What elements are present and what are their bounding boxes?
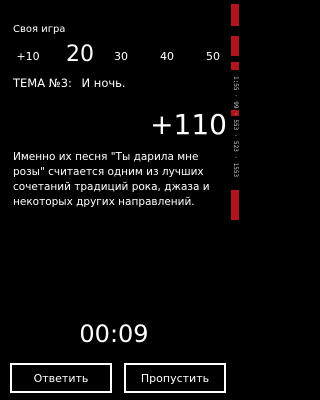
theme-label: ТЕМА №3: — [13, 76, 72, 90]
point-option[interactable]: 30 — [106, 50, 136, 63]
system-indicator — [231, 4, 239, 26]
points-row: +10 20 30 40 50 — [0, 40, 228, 74]
page-title: Своя игра — [13, 24, 66, 35]
system-indicator — [231, 62, 239, 70]
point-option[interactable]: +10 — [13, 50, 43, 63]
point-option[interactable]: 40 — [152, 50, 182, 63]
game-screen: Своя игра +10 20 30 40 50 ТЕМА №3: И ноч… — [0, 0, 240, 400]
theme-row: ТЕМА №3: И ночь. — [13, 76, 126, 90]
question-text: Именно их песня "Ты дарила мне розы" счи… — [13, 151, 210, 208]
system-status-strip: 1:55 · 99 · 553 · 523 · 1553 — [230, 0, 240, 400]
timer: 00:09 — [79, 320, 149, 348]
point-option-selected[interactable]: 20 — [63, 42, 97, 67]
system-indicator — [231, 36, 239, 56]
answer-button[interactable]: Ответить — [10, 363, 112, 393]
system-indicator — [231, 190, 239, 220]
question-value: +110 — [150, 108, 227, 141]
point-option[interactable]: 50 — [198, 50, 228, 63]
theme-name: И ночь. — [81, 76, 126, 90]
system-status-text: 1:55 · 99 · 553 · 523 · 1553 — [232, 76, 239, 178]
skip-button[interactable]: Пропустить — [124, 363, 226, 393]
